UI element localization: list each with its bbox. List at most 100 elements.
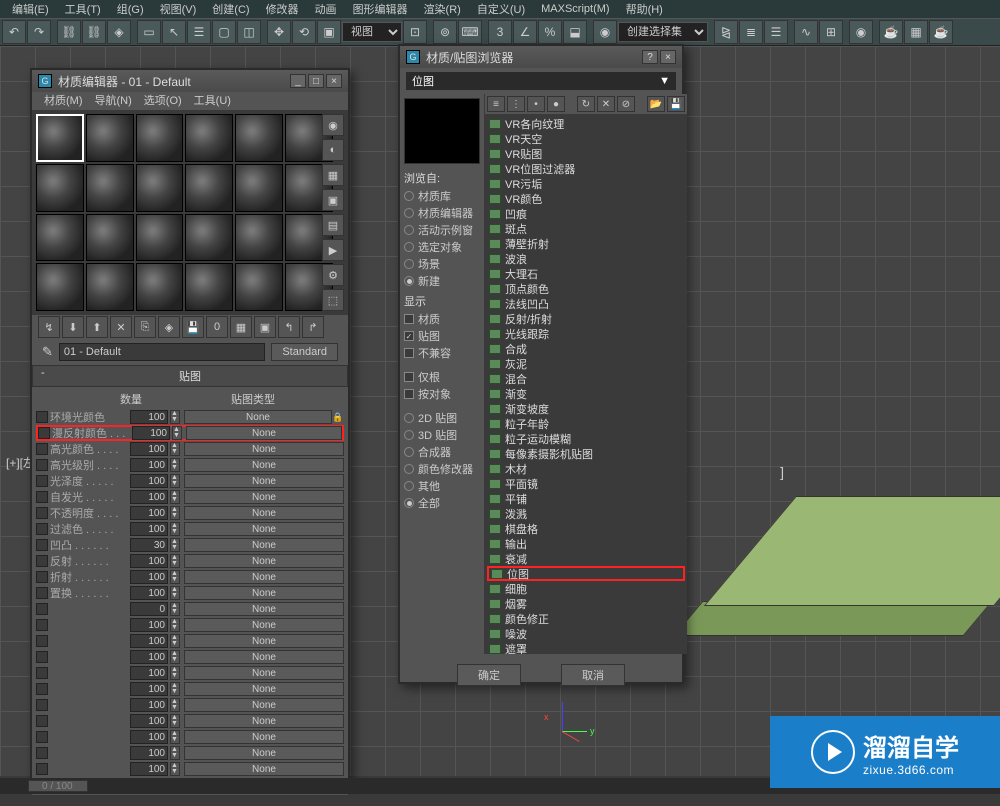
unlink-icon[interactable]: ⛓ (82, 20, 106, 44)
pivot-icon[interactable]: ⊡ (403, 20, 427, 44)
map-checkbox[interactable] (36, 619, 48, 631)
map-list-item[interactable]: 灰泥 (487, 356, 685, 371)
map-list-item[interactable]: 平面镜 (487, 476, 685, 491)
preview-icon[interactable]: ▶ (322, 239, 344, 261)
browse-from-option[interactable]: 场景 (404, 256, 480, 272)
map-checkbox[interactable] (36, 667, 48, 679)
menu-modifiers[interactable]: 修改器 (258, 1, 307, 17)
spinner-buttons[interactable]: ▲▼ (170, 634, 180, 648)
map-list-item[interactable]: VR污垢 (487, 176, 685, 191)
map-none-button[interactable]: None (184, 714, 344, 728)
filter-checkbox[interactable]: 仅根 (404, 369, 480, 385)
window-cross-icon[interactable]: ◫ (237, 20, 261, 44)
spinner-buttons[interactable]: ▲▼ (170, 714, 180, 728)
map-amount-input[interactable] (130, 666, 168, 680)
map-list-item[interactable]: 混合 (487, 371, 685, 386)
map-none-button[interactable]: None (184, 666, 344, 680)
spinner-snap-icon[interactable]: ⬓ (563, 20, 587, 44)
map-list-item[interactable]: 渐变坡度 (487, 401, 685, 416)
spinner-buttons[interactable]: ▲▼ (170, 618, 180, 632)
map-none-button[interactable]: None (184, 522, 344, 536)
map-amount-input[interactable] (130, 762, 168, 776)
mat-id-icon[interactable]: 0 (206, 316, 228, 338)
sample-slot[interactable] (36, 263, 84, 311)
sample-slot[interactable] (185, 263, 233, 311)
map-amount-input[interactable] (130, 682, 168, 696)
map-amount-input[interactable] (130, 570, 168, 584)
map-none-button[interactable]: None (184, 458, 344, 472)
map-list-item[interactable]: 反射/折射 (487, 311, 685, 326)
map-none-button[interactable]: None (184, 538, 344, 552)
map-checkbox[interactable] (38, 427, 50, 439)
map-none-button[interactable]: None (184, 730, 344, 744)
map-checkbox[interactable] (36, 459, 48, 471)
spinner-buttons[interactable]: ▲▼ (170, 522, 180, 536)
map-checkbox[interactable] (36, 571, 48, 583)
sample-slot[interactable] (235, 114, 283, 162)
angle-snap-icon[interactable]: ∠ (513, 20, 537, 44)
spinner-buttons[interactable]: ▲▼ (172, 426, 182, 440)
menu-group[interactable]: 组(G) (109, 1, 152, 17)
render-icon[interactable]: ☕ (929, 20, 953, 44)
menu-tools[interactable]: 工具(T) (57, 1, 109, 17)
move-icon[interactable]: ✥ (267, 20, 291, 44)
put-to-lib-icon[interactable]: 💾 (182, 316, 204, 338)
bind-icon[interactable]: ◈ (107, 20, 131, 44)
keyboard-icon[interactable]: ⌨ (458, 20, 482, 44)
map-checkbox[interactable] (36, 651, 48, 663)
open-icon[interactable]: 📂 (647, 96, 665, 112)
assign-icon[interactable]: ⬆ (86, 316, 108, 338)
map-list-item[interactable]: 颜色修正 (487, 611, 685, 626)
map-list-item[interactable]: 薄壁折射 (487, 236, 685, 251)
me-menu-material[interactable]: 材质(M) (38, 92, 89, 110)
snap-icon[interactable]: 3 (488, 20, 512, 44)
map-list-item[interactable]: VR位图过滤器 (487, 161, 685, 176)
reset-icon[interactable]: ✕ (110, 316, 132, 338)
map-list-item[interactable]: 细胞 (487, 581, 685, 596)
select-by-mat-icon[interactable]: ⬚ (322, 289, 344, 311)
map-amount-input[interactable] (130, 602, 168, 616)
category-option[interactable]: 合成器 (404, 444, 480, 460)
sample-slot[interactable] (235, 164, 283, 212)
sample-slot[interactable] (136, 164, 184, 212)
map-amount-input[interactable] (130, 714, 168, 728)
filter-checkbox[interactable]: 贴图 (404, 328, 480, 344)
sample-slot[interactable] (136, 114, 184, 162)
menu-create[interactable]: 创建(C) (204, 1, 257, 17)
me-menu-nav[interactable]: 导航(N) (89, 92, 138, 110)
layers-icon[interactable]: ☰ (764, 20, 788, 44)
map-list-item[interactable]: 棋盘格 (487, 521, 685, 536)
me-menu-opts[interactable]: 选项(O) (138, 92, 188, 110)
map-amount-input[interactable] (130, 618, 168, 632)
map-amount-input[interactable] (130, 634, 168, 648)
sample-slot[interactable] (36, 164, 84, 212)
browse-from-option[interactable]: 选定对象 (404, 239, 480, 255)
cancel-button[interactable]: 取消 (561, 664, 625, 686)
map-list-item[interactable]: 粒子运动模糊 (487, 431, 685, 446)
material-editor-titlebar[interactable]: G 材质编辑器 - 01 - Default _ □ × (32, 70, 348, 92)
browse-from-option[interactable]: 材质库 (404, 188, 480, 204)
sample-slot[interactable] (36, 114, 84, 162)
schematic-icon[interactable]: ⊞ (819, 20, 843, 44)
sample-uv-icon[interactable]: ▣ (322, 189, 344, 211)
map-amount-input[interactable] (130, 442, 168, 456)
ref-coord-dropdown[interactable]: 视图 (342, 22, 402, 42)
undo-icon[interactable]: ↶ (2, 20, 26, 44)
sample-slot[interactable] (86, 164, 134, 212)
named-sel-icon[interactable]: ◉ (593, 20, 617, 44)
map-list-item[interactable]: 木材 (487, 461, 685, 476)
backlight-icon[interactable]: ◐ (322, 139, 344, 161)
map-checkbox[interactable] (36, 539, 48, 551)
menu-animation[interactable]: 动画 (307, 1, 345, 17)
help-button[interactable]: ? (642, 50, 658, 64)
map-list-item[interactable]: VR贴图 (487, 146, 685, 161)
redo-icon[interactable]: ↷ (27, 20, 51, 44)
sample-slot[interactable] (86, 114, 134, 162)
map-amount-input[interactable] (130, 554, 168, 568)
scale-icon[interactable]: ▣ (317, 20, 341, 44)
sample-slot[interactable] (86, 214, 134, 262)
map-checkbox[interactable] (36, 507, 48, 519)
material-name-input[interactable] (59, 343, 265, 361)
video-check-icon[interactable]: ▤ (322, 214, 344, 236)
sample-slot[interactable] (185, 214, 233, 262)
